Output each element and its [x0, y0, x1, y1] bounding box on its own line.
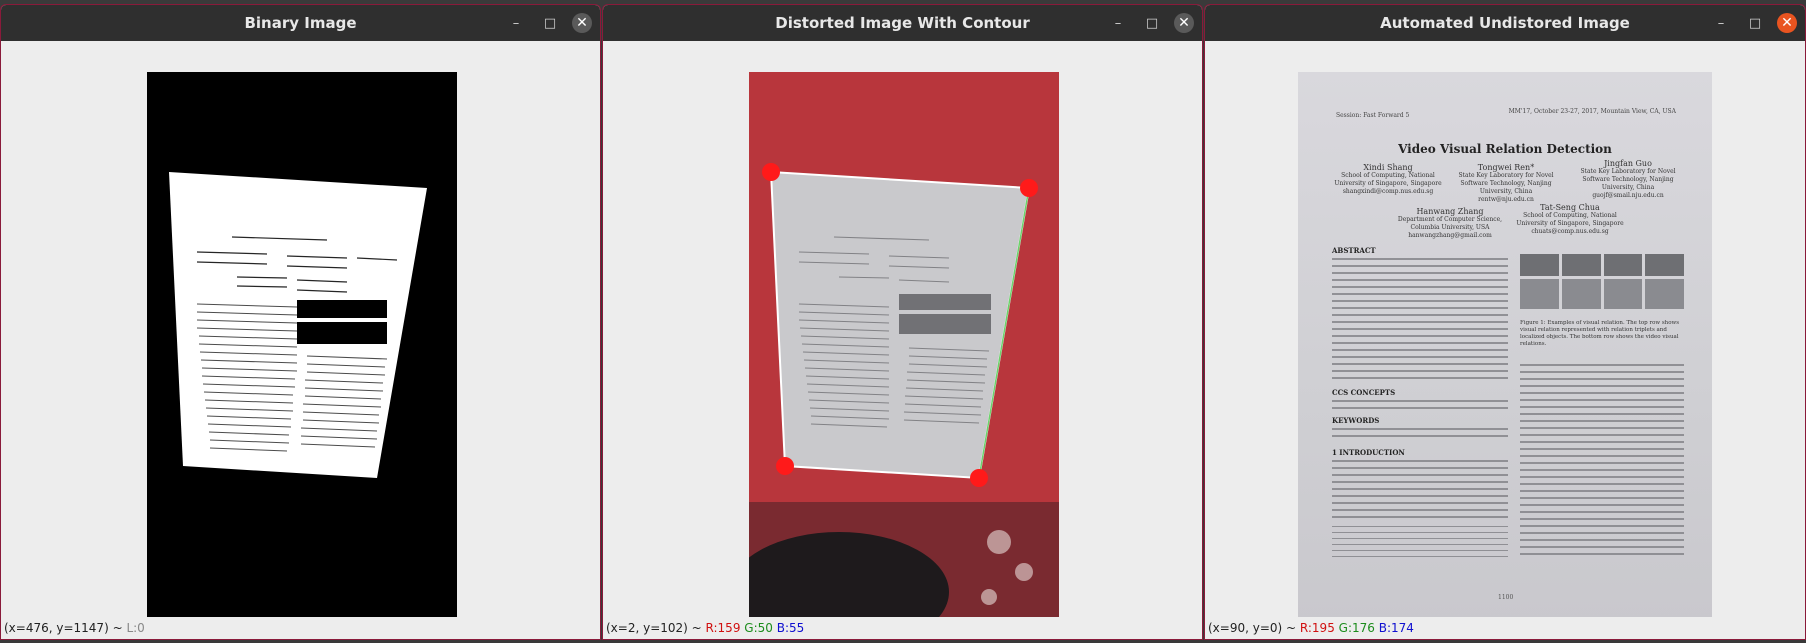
contour-corner-marker: [1020, 179, 1038, 197]
status-l-value: L:0: [126, 621, 145, 635]
close-icon[interactable]: ✕: [572, 13, 592, 33]
image-canvas[interactable]: [603, 41, 1202, 625]
author-block: Tat-Seng Chua School of Computing, Natio…: [1516, 203, 1624, 236]
author-block: Jingfan Guo State Key Laboratory for Nov…: [1580, 159, 1676, 200]
status-b-value: B:174: [1378, 621, 1414, 635]
status-g-value: G:176: [1338, 621, 1375, 635]
binary-image-window: Binary Image – □ ✕ (x=476, y=1147) ~ L:0: [0, 4, 601, 640]
status-r-value: R:195: [1299, 621, 1335, 635]
window-title: Binary Image: [244, 14, 357, 32]
close-icon[interactable]: ✕: [1174, 13, 1194, 33]
author-block: Tongwei Ren* State Key Laboratory for No…: [1458, 163, 1554, 204]
abstract-text: [1332, 258, 1508, 384]
figure-caption: Figure 1: Examples of visual relation. T…: [1520, 320, 1680, 347]
distorted-image: [749, 72, 1059, 625]
window-title: Distorted Image With Contour: [775, 14, 1030, 32]
maximize-icon[interactable]: □: [1140, 11, 1164, 35]
section-heading: KEYWORDS: [1332, 416, 1380, 425]
keywords-text: [1332, 428, 1508, 442]
undistorted-image-window: Automated Undistored Image – □ ✕ Session…: [1204, 4, 1806, 640]
status-coords: (x=476, y=1147) ~: [4, 621, 127, 635]
minimize-icon[interactable]: –: [1709, 11, 1733, 35]
author-block: Hanwang Zhang Department of Computer Sci…: [1397, 207, 1503, 240]
contour-image-window: Distorted Image With Contour – □ ✕ (x=2,…: [602, 4, 1203, 640]
status-coords: (x=2, y=102) ~: [606, 621, 706, 635]
contour-corner-marker: [776, 457, 794, 475]
section-heading: 1 INTRODUCTION: [1332, 448, 1405, 457]
undistorted-image: Session: Fast Forward 5 MM'17, October 2…: [1298, 72, 1712, 625]
introduction-text: [1332, 460, 1508, 523]
close-icon[interactable]: ✕: [1777, 13, 1797, 33]
status-b-value: B:55: [776, 621, 805, 635]
binary-image: [147, 72, 457, 625]
binary-document-shape: [169, 172, 427, 478]
paper-header-right: MM'17, October 23-27, 2017, Mountain Vie…: [1508, 108, 1676, 115]
section-heading: CCS CONCEPTS: [1332, 388, 1396, 397]
paper-header-left: Session: Fast Forward 5: [1336, 112, 1410, 119]
contour-corner-marker: [762, 163, 780, 181]
section-heading: ABSTRACT: [1332, 246, 1376, 255]
maximize-icon[interactable]: □: [538, 11, 562, 35]
desktop: Binary Image – □ ✕ (x=476, y=1147) ~ L:0…: [0, 0, 1806, 643]
window-titlebar[interactable]: Distorted Image With Contour – □ ✕: [603, 5, 1202, 41]
status-g-value: G:50: [744, 621, 773, 635]
minimize-icon[interactable]: –: [504, 11, 528, 35]
ccs-text: [1332, 400, 1508, 414]
status-bar: (x=90, y=0) ~ R:195 G:176 B:174: [1205, 617, 1805, 639]
window-title: Automated Undistored Image: [1380, 14, 1630, 32]
distorted-photo: [749, 72, 1059, 625]
contour-corner-marker: [970, 469, 988, 487]
maximize-icon[interactable]: □: [1743, 11, 1767, 35]
status-bar: (x=2, y=102) ~ R:159 G:50 B:55: [603, 617, 1202, 639]
page-number: 1100: [1498, 594, 1514, 601]
minimize-icon[interactable]: –: [1106, 11, 1130, 35]
status-r-value: R:159: [705, 621, 741, 635]
image-canvas[interactable]: Session: Fast Forward 5 MM'17, October 2…: [1205, 41, 1805, 625]
status-coords: (x=90, y=0) ~: [1208, 621, 1300, 635]
author-block: Xindi Shang School of Computing, Nationa…: [1334, 163, 1442, 196]
scanned-paper: Session: Fast Forward 5 MM'17, October 2…: [1298, 72, 1712, 625]
footnote-text: [1332, 526, 1508, 562]
window-titlebar[interactable]: Automated Undistored Image – □ ✕: [1205, 5, 1805, 41]
image-canvas[interactable]: [1, 41, 600, 625]
window-titlebar[interactable]: Binary Image – □ ✕: [1, 5, 600, 41]
paper-title: Video Visual Relation Detection: [1398, 142, 1612, 156]
status-bar: (x=476, y=1147) ~ L:0: [1, 617, 600, 639]
figure-image-grid: [1520, 254, 1684, 309]
right-column-text: [1520, 364, 1684, 560]
